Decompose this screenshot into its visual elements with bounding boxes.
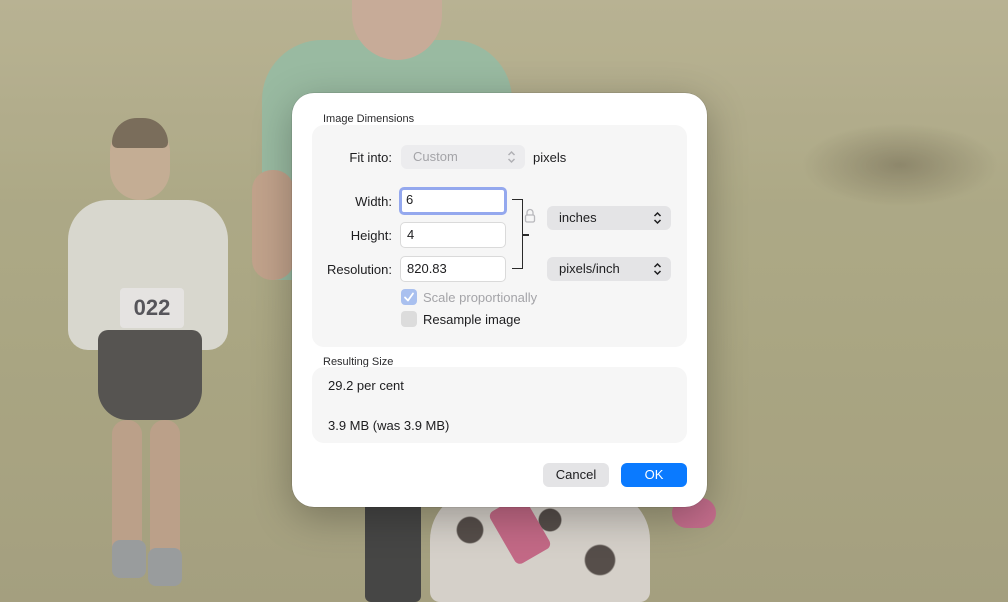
- fit-into-label: Fit into:: [349, 150, 392, 165]
- lock-icon[interactable]: [524, 208, 536, 224]
- ok-button[interactable]: OK: [621, 463, 687, 487]
- width-label: Width:: [355, 194, 392, 209]
- checkmark-icon: [404, 292, 414, 302]
- fit-into-unit: pixels: [533, 150, 567, 165]
- size-unit-value: inches: [559, 210, 597, 225]
- resolution-unit-popup[interactable]: pixels/inch: [547, 257, 671, 281]
- chevron-up-down-icon: [653, 211, 662, 225]
- size-unit-popup[interactable]: inches: [547, 206, 671, 230]
- height-field[interactable]: 4: [400, 222, 506, 248]
- resulting-size-panel: 29.2 per cent 3.9 MB (was 3.9 MB): [312, 367, 687, 443]
- resample-image-label: Resample image: [423, 312, 521, 327]
- chevron-up-down-icon: [507, 150, 516, 164]
- resolution-label: Resolution:: [326, 262, 392, 277]
- link-bracket-tick: [523, 234, 529, 236]
- resolution-unit-value: pixels/inch: [559, 261, 620, 276]
- scale-proportionally-label: Scale proportionally: [423, 290, 538, 305]
- chevron-up-down-icon: [653, 262, 662, 276]
- fit-into-value: Custom: [413, 149, 458, 164]
- resulting-percent: 29.2 per cent: [328, 378, 404, 393]
- image-dimensions-panel: Fit into: Custom pixels Width: 6 Height:…: [312, 125, 687, 347]
- scale-proportionally-checkbox[interactable]: [401, 289, 417, 305]
- fit-into-popup[interactable]: Custom: [401, 145, 525, 169]
- resulting-file-size: 3.9 MB (was 3.9 MB): [328, 418, 450, 433]
- resample-image-checkbox[interactable]: [401, 311, 417, 327]
- image-dimensions-title: Image Dimensions: [323, 113, 415, 125]
- height-label: Height:: [350, 228, 392, 243]
- link-bracket: [512, 199, 523, 269]
- resolution-field[interactable]: 820.83: [400, 256, 506, 282]
- image-size-dialog: Image Dimensions Fit into: Custom pixels…: [292, 93, 707, 507]
- cancel-button[interactable]: Cancel: [543, 463, 609, 487]
- width-field[interactable]: 6: [399, 187, 507, 215]
